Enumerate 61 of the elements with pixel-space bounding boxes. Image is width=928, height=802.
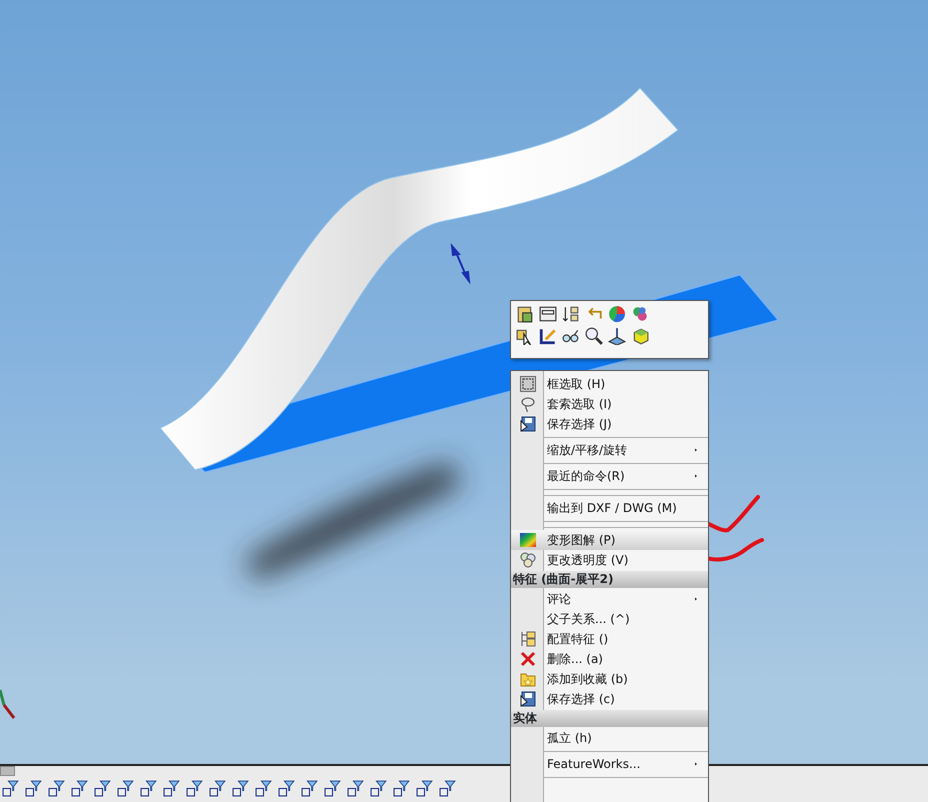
sketch-pencil-icon[interactable] [539,327,557,345]
star-folder-icon [520,671,536,687]
filter-icon[interactable] [140,780,157,797]
filter-icon[interactable] [71,780,88,797]
menu-item[interactable]: 缩放/平移/旋转 [511,440,708,460]
menu-section-header: 特征 (曲面-展平2) [511,571,708,588]
sort-icon[interactable] [562,305,580,323]
box-select-icon [520,376,536,392]
menu-item[interactable]: 删除... (a) [511,649,708,669]
filter-icon[interactable] [324,780,341,797]
menu-item[interactable]: 配置特征 () [511,629,708,649]
menu-item[interactable]: 父子关系... (^) [511,609,708,629]
menu-item[interactable]: 添加到收藏 (b) [511,669,708,689]
glasses-icon[interactable] [562,327,580,345]
menu-item[interactable]: 最近的命令(R) [511,466,708,486]
menu-item[interactable]: 框选取 (H) [511,374,708,394]
menu-item[interactable]: 孤立 (h) [511,728,708,748]
filter-icon[interactable] [2,780,19,797]
tree-table-icon [520,631,536,647]
filter-icon[interactable] [186,780,203,797]
menu-item[interactable]: 保存选择 (J) [511,414,708,434]
gradient-plot-icon [520,532,536,548]
form-icon[interactable] [539,305,557,323]
lasso-icon [520,396,536,412]
select-cursor-icon[interactable] [516,327,534,345]
filter-icon[interactable] [117,780,134,797]
menu-item[interactable]: 更改透明度 (V) [511,550,708,570]
filter-icon[interactable] [94,780,111,797]
axis-triad-icon [0,690,16,719]
filter-icon[interactable] [393,780,410,797]
filter-icon[interactable] [48,780,65,797]
menu-item[interactable]: 套索选取 (I) [511,394,708,414]
save-icon [520,691,536,707]
menu-item[interactable]: 保存选择 (c) [511,689,708,709]
filter-icon[interactable] [439,780,456,797]
menu-item[interactable]: 输出到 DXF / DWG (M) [511,498,708,518]
filter-icon[interactable] [163,780,180,797]
filter-icon[interactable] [370,780,387,797]
menu-item[interactable]: 评论 [511,589,708,609]
spheres-icon[interactable] [631,305,649,323]
color-wheel-icon[interactable] [608,305,626,323]
filter-icon[interactable] [25,780,42,797]
filter-icon[interactable] [416,780,433,797]
delete-icon [520,651,536,667]
filter-icon[interactable] [209,780,226,797]
filter-icon[interactable] [255,780,272,797]
filter-icon[interactable] [278,780,295,797]
menu-item[interactable]: FeatureWorks... [511,754,708,774]
arrow-handle-icon [450,242,470,285]
document-icon[interactable] [516,305,534,323]
filter-icon[interactable] [347,780,364,797]
cube-icon[interactable] [631,327,649,345]
filter-icon[interactable] [232,780,249,797]
menu-item[interactable]: 变形图解 (P) [511,530,708,550]
scrollbar-thumb[interactable] [0,766,15,776]
save-icon [520,416,536,432]
filter-icon[interactable] [301,780,318,797]
normal-arrow-icon[interactable] [608,327,626,345]
zoom-icon[interactable] [585,327,603,345]
spheres-icon [520,552,536,568]
menu-section-header: 实体 [511,710,708,727]
